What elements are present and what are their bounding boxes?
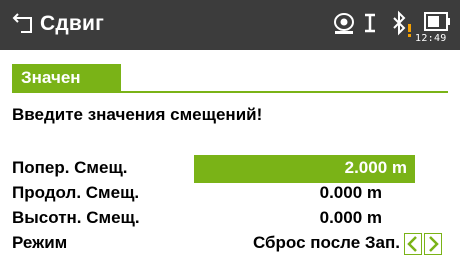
cross-offset-input[interactable]: 2.000 m	[194, 155, 415, 183]
length-offset-input[interactable]: 0.000 m	[194, 180, 415, 208]
tab-values[interactable]: Значен	[12, 64, 121, 92]
tab-underline	[12, 91, 448, 93]
back-icon[interactable]	[12, 12, 34, 34]
length-offset-value: 0.000 m	[319, 183, 382, 202]
text-input-icon[interactable]	[361, 10, 379, 36]
height-offset-label: Высотн. Смещ.	[12, 208, 140, 227]
page-title: Сдвиг	[40, 12, 105, 35]
mode-selector-arrows-icon[interactable]	[404, 233, 442, 255]
prism-icon[interactable]	[332, 12, 356, 36]
cross-offset-row: Попер. Смещ. 2.000 m	[12, 155, 448, 183]
bluetooth-warning-icon[interactable]	[390, 10, 414, 38]
length-offset-label: Продол. Смещ.	[12, 183, 140, 202]
clock-time: 12:49	[415, 33, 447, 44]
mode-value[interactable]: Сброс после Зап.	[253, 233, 400, 253]
title-bar: Сдвиг 12:49	[0, 0, 460, 50]
instruction-message: Введите значения смещений!	[12, 105, 263, 124]
mode-label: Режим	[12, 233, 68, 252]
height-offset-value: 0.000 m	[319, 208, 382, 227]
length-offset-row: Продол. Смещ. 0.000 m	[12, 180, 448, 208]
cross-offset-label: Попер. Смещ.	[12, 158, 128, 177]
mode-row: Режим Сброс после Зап.	[12, 230, 448, 258]
cross-offset-value: 2.000 m	[344, 158, 407, 177]
height-offset-row: Высотн. Смещ. 0.000 m	[12, 205, 448, 233]
height-offset-input[interactable]: 0.000 m	[194, 205, 415, 233]
